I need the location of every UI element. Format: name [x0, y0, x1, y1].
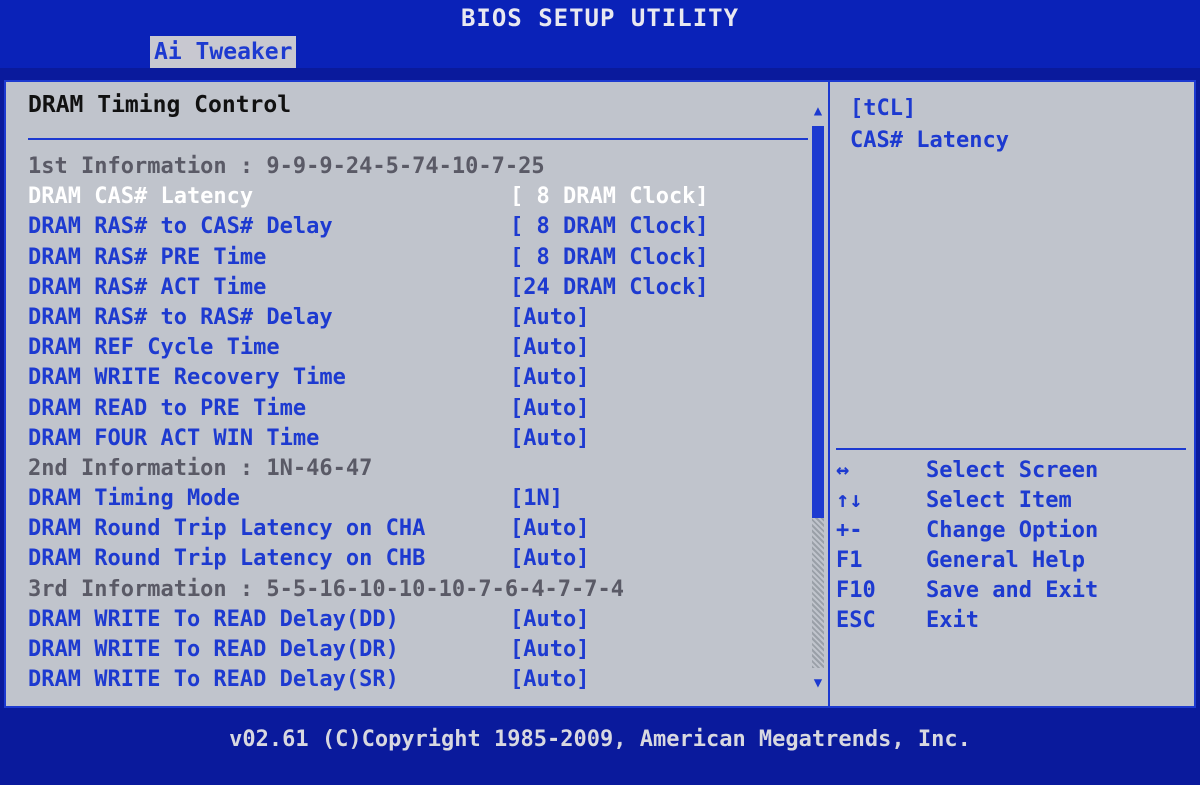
setting-value[interactable]: [ 8 DRAM Clock]	[510, 243, 709, 273]
setting-value[interactable]: [Auto]	[510, 665, 589, 695]
key-action: Select Item	[926, 488, 1072, 513]
setting-value[interactable]: [Auto]	[510, 635, 589, 665]
setting-row-cas-latency[interactable]: DRAM CAS# Latency [ 8 DRAM Clock]	[28, 182, 808, 212]
setting-label: DRAM REF Cycle Time	[28, 335, 280, 361]
setting-row-read-to-pre-time[interactable]: DRAM READ to PRE Time [Auto]	[28, 394, 808, 424]
menu-bar: Ai Tweaker	[0, 36, 1200, 68]
key-row-select-item: ↑↓ Select Item	[836, 486, 1186, 516]
info-row-3rd: 3rd Information : 5-5-16-10-10-10-7-6-4-…	[28, 575, 808, 605]
f10-key: F10	[836, 578, 876, 603]
setting-label: DRAM Round Trip Latency on CHA	[28, 516, 426, 542]
info-row-2nd: 2nd Information : 1N-46-47	[28, 454, 808, 484]
setting-label: DRAM CAS# Latency	[28, 184, 254, 210]
setting-value[interactable]: [Auto]	[510, 333, 589, 363]
copyright-footer: v02.61 (C)Copyright 1985-2009, American …	[229, 727, 971, 752]
setting-value[interactable]: [Auto]	[510, 544, 589, 574]
setting-label: DRAM RAS# to RAS# Delay	[28, 304, 333, 330]
scroll-thumb[interactable]	[812, 126, 824, 518]
setting-value[interactable]: [Auto]	[510, 605, 589, 635]
setting-row-round-trip-chb[interactable]: DRAM Round Trip Latency on CHB [Auto]	[28, 544, 808, 574]
help-item-code: [tCL]	[850, 96, 917, 121]
setting-value[interactable]: [ 8 DRAM Clock]	[510, 212, 709, 242]
key-row-change-option: +- Change Option	[836, 516, 1186, 546]
setting-row-timing-mode[interactable]: DRAM Timing Mode [1N]	[28, 484, 808, 514]
setting-label: DRAM WRITE Recovery Time	[28, 365, 346, 391]
key-row-exit: ESC Exit	[836, 606, 1186, 636]
setting-row-ras-act-time[interactable]: DRAM RAS# ACT Time [24 DRAM Clock]	[28, 273, 808, 303]
info-row-1st: 1st Information : 9-9-9-24-5-74-10-7-25	[28, 152, 808, 182]
setting-value[interactable]: [Auto]	[510, 303, 589, 333]
setting-value[interactable]: [Auto]	[510, 424, 589, 454]
setting-label: DRAM FOUR ACT WIN Time	[28, 425, 320, 451]
esc-key: ESC	[836, 608, 876, 633]
setting-label: DRAM RAS# PRE Time	[28, 244, 267, 270]
setting-value[interactable]: [ 8 DRAM Clock]	[510, 182, 709, 212]
setting-label: DRAM WRITE To READ Delay(SR)	[28, 667, 399, 693]
scrollbar[interactable]: ▲ ▼	[809, 102, 827, 692]
key-row-select-screen: ↔ Select Screen	[836, 456, 1186, 486]
setting-label: DRAM Timing Mode	[28, 486, 240, 512]
setting-row-round-trip-cha[interactable]: DRAM Round Trip Latency on CHA [Auto]	[28, 514, 808, 544]
setting-label: DRAM Round Trip Latency on CHB	[28, 546, 426, 572]
info-text: 1st Information : 9-9-9-24-5-74-10-7-25	[28, 154, 545, 179]
tab-ai-tweaker[interactable]: Ai Tweaker	[150, 36, 297, 68]
window-title: BIOS SETUP UTILITY	[0, 0, 1200, 36]
setting-value[interactable]: [Auto]	[510, 514, 589, 544]
f1-key: F1	[836, 548, 863, 573]
setting-row-write-to-read-sr[interactable]: DRAM WRITE To READ Delay(SR) [Auto]	[28, 665, 808, 695]
key-action: Change Option	[926, 518, 1099, 543]
setting-row-ref-cycle-time[interactable]: DRAM REF Cycle Time [Auto]	[28, 333, 808, 363]
section-divider	[28, 138, 808, 140]
help-panel: [tCL] CAS# Latency ↔ Select Screen ↑↓ Se…	[830, 80, 1196, 708]
setting-value[interactable]: [24 DRAM Clock]	[510, 273, 709, 303]
key-action: Save and Exit	[926, 578, 1099, 603]
setting-value[interactable]: [Auto]	[510, 363, 589, 393]
setting-value[interactable]: [Auto]	[510, 394, 589, 424]
setting-label: DRAM WRITE To READ Delay(DR)	[28, 637, 399, 662]
plus-minus-key: +-	[836, 518, 863, 543]
left-right-arrows-icon: ↔	[836, 458, 850, 483]
setting-row-ras-to-ras-delay[interactable]: DRAM RAS# to RAS# Delay [Auto]	[28, 303, 808, 333]
info-text: 2nd Information : 1N-46-47	[28, 455, 373, 481]
setting-row-ras-pre-time[interactable]: DRAM RAS# PRE Time [ 8 DRAM Clock]	[28, 243, 808, 273]
settings-list: 1st Information : 9-9-9-24-5-74-10-7-25 …	[28, 152, 808, 695]
setting-row-write-recovery-time[interactable]: DRAM WRITE Recovery Time [Auto]	[28, 363, 808, 393]
key-action: General Help	[926, 548, 1085, 573]
key-action: Select Screen	[926, 458, 1099, 483]
help-divider	[836, 448, 1186, 450]
setting-row-write-to-read-dd[interactable]: DRAM WRITE To READ Delay(DD) [Auto]	[28, 605, 808, 635]
setting-row-ras-to-cas-delay[interactable]: DRAM RAS# to CAS# Delay [ 8 DRAM Clock]	[28, 212, 808, 242]
setting-label: DRAM RAS# ACT Time	[28, 274, 267, 300]
key-row-general-help: F1 General Help	[836, 546, 1186, 576]
setting-row-write-to-read-dr[interactable]: DRAM WRITE To READ Delay(DR) [Auto]	[28, 635, 808, 665]
setting-value[interactable]: [1N]	[510, 484, 563, 514]
info-text: 3rd Information : 5-5-16-10-10-10-7-6-4-…	[28, 576, 625, 602]
help-item-description: CAS# Latency	[850, 128, 1009, 153]
key-legend: ↔ Select Screen ↑↓ Select Item +- Change…	[836, 456, 1186, 636]
setting-label: DRAM RAS# to CAS# Delay	[28, 214, 333, 240]
setting-row-four-act-win-time[interactable]: DRAM FOUR ACT WIN Time [Auto]	[28, 424, 808, 454]
setting-label: DRAM WRITE To READ Delay(DD)	[28, 606, 399, 632]
main-panel: DRAM Timing Control 1st Information : 9-…	[4, 80, 830, 708]
section-title: DRAM Timing Control	[28, 92, 292, 118]
up-down-arrows-icon: ↑↓	[836, 488, 863, 513]
key-action: Exit	[926, 608, 979, 633]
scroll-down-arrow-icon[interactable]: ▼	[809, 674, 827, 692]
scroll-up-arrow-icon[interactable]: ▲	[809, 102, 827, 120]
setting-label: DRAM READ to PRE Time	[28, 395, 307, 421]
key-row-save-exit: F10 Save and Exit	[836, 576, 1186, 606]
